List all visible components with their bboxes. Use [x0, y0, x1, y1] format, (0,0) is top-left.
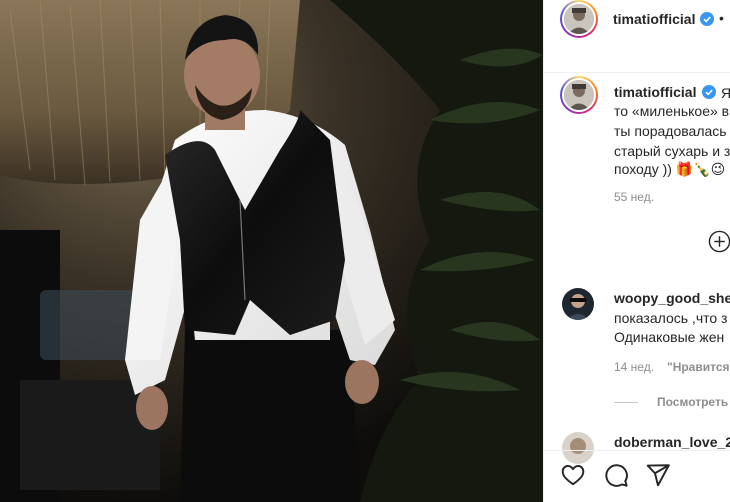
author-username-link[interactable]: timatiofficial [613, 11, 695, 27]
replies-divider [614, 402, 638, 403]
view-replies-link[interactable]: Посмотреть [657, 395, 728, 409]
caption-verified-badge-icon [702, 85, 716, 99]
plus-circle-icon[interactable] [708, 230, 730, 253]
comment-text-line: показалось ,что з [614, 310, 728, 326]
caption-username-link[interactable]: timatiofficial [614, 84, 696, 100]
header-separator: • [719, 10, 724, 26]
commenter-username-link[interactable]: doberman_love_2 [614, 434, 730, 450]
caption-line: старый сухарь и з [614, 143, 730, 159]
caption-line: Я [721, 84, 730, 102]
post-header: timatiofficial • [544, 0, 730, 73]
comment-bubble-icon[interactable] [603, 462, 629, 488]
caption-line: то «миленькое» в [614, 103, 730, 119]
caption-line: походу )) 🎁🍾😉 [614, 161, 726, 177]
author-avatar-image [564, 4, 594, 34]
commenter-username-link[interactable]: woopy_good_she [614, 290, 730, 306]
post-image [0, 0, 543, 502]
author-avatar[interactable] [560, 0, 598, 38]
post-side-panel: timatiofficial • timatiofficial Я то «ми… [543, 0, 730, 502]
comment-like-count[interactable]: "Нравится" [667, 360, 730, 374]
comment-text-line: Одинаковые жен [614, 329, 725, 345]
heart-icon[interactable] [560, 462, 586, 488]
commenter-avatar[interactable] [562, 288, 594, 320]
comment-timestamp[interactable]: 14 нед. [614, 360, 654, 374]
caption-avatar-image [564, 80, 594, 110]
post-photo[interactable] [0, 0, 543, 502]
paper-plane-icon[interactable] [645, 462, 671, 488]
caption-timestamp[interactable]: 55 нед. [614, 190, 654, 204]
caption-line: ты порадовалась [614, 123, 727, 139]
caption-author-avatar[interactable] [560, 76, 598, 114]
verified-badge-icon [700, 12, 714, 26]
